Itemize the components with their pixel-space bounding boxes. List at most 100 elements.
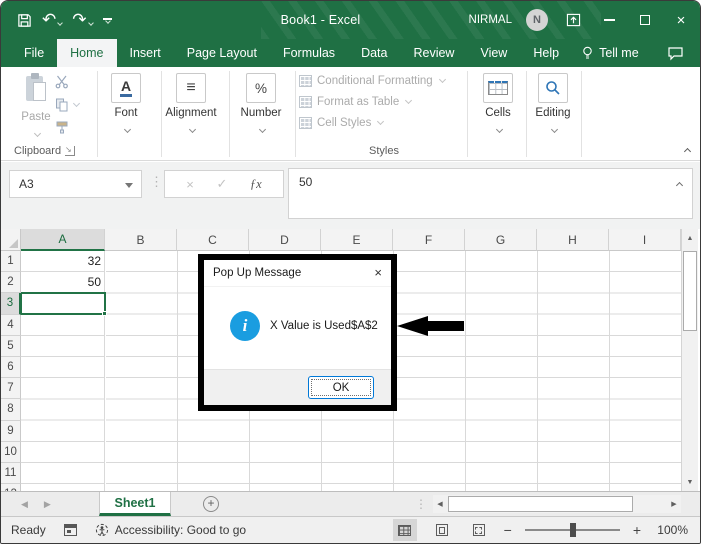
clipboard-dialog-launcher[interactable]: ↘ (65, 146, 75, 156)
column-header-H[interactable]: H (537, 229, 609, 251)
formula-input[interactable]: 50 (288, 168, 693, 219)
ok-button[interactable]: OK (308, 376, 374, 399)
tab-home[interactable]: Home (57, 39, 116, 67)
zoom-in-button[interactable]: + (633, 522, 641, 538)
tab-view[interactable]: View (467, 39, 520, 67)
tab-review[interactable]: Review (400, 39, 467, 67)
cell-styles-label: Cell Styles (317, 117, 371, 129)
ribbon-display-options-button[interactable] (562, 1, 584, 39)
row-header-7[interactable]: 7 (1, 378, 21, 399)
close-button[interactable]: × (670, 1, 692, 39)
zoom-slider[interactable] (525, 529, 620, 531)
row-header-10[interactable]: 10 (1, 442, 21, 463)
editing-group-button[interactable]: Editing (523, 73, 583, 137)
scroll-right-button[interactable]: ▶ (667, 495, 681, 513)
formula-bar-row: A3 ⋮ × ✓ ƒx 50 (1, 162, 700, 229)
cell-A2[interactable]: 50 (21, 272, 101, 293)
cancel-entry-icon[interactable]: × (186, 177, 194, 192)
tab-data[interactable]: Data (348, 39, 400, 67)
row-header-6[interactable]: 6 (1, 357, 21, 378)
tab-page-layout[interactable]: Page Layout (174, 39, 270, 67)
active-cell-A3-selection[interactable] (21, 292, 106, 315)
row-header-5[interactable]: 5 (1, 336, 21, 357)
arrow-head (397, 316, 428, 336)
dialog-title-bar[interactable]: Pop Up Message × (204, 260, 391, 287)
accessibility-status[interactable]: Accessibility: Good to go (95, 523, 246, 537)
new-sheet-button[interactable]: + (203, 496, 219, 512)
select-all-corner[interactable] (1, 229, 21, 251)
row-header-1[interactable]: 1 (1, 251, 21, 272)
horizontal-scrollbar[interactable]: ◀ ▶ (433, 495, 681, 513)
format-as-table-icon (299, 96, 312, 108)
scroll-left-button[interactable]: ◀ (433, 495, 447, 513)
column-header-E[interactable]: E (321, 229, 393, 251)
scroll-right-icon: ▶ (671, 500, 676, 508)
copy-chevron[interactable] (73, 100, 80, 107)
zoom-level[interactable]: 100% (654, 523, 688, 537)
collapse-formula-bar-chevron[interactable] (676, 182, 683, 189)
tab-help[interactable]: Help (520, 39, 572, 67)
column-header-F[interactable]: F (393, 229, 465, 251)
row-header-4[interactable]: 4 (1, 315, 21, 336)
cell-A1[interactable]: 32 (21, 251, 101, 272)
paste-button[interactable]: Paste (13, 73, 59, 141)
sheet-tab-sheet1[interactable]: Sheet1 (99, 492, 171, 516)
tab-insert[interactable]: Insert (117, 39, 174, 67)
tell-me-button[interactable]: Tell me (572, 39, 649, 67)
number-group-chevron (258, 126, 265, 133)
dialog-close-icon[interactable]: × (374, 265, 382, 280)
conditional-formatting-button[interactable]: Conditional Formatting (299, 75, 445, 87)
formula-buttons: × ✓ ƒx (164, 170, 284, 198)
row-header-11[interactable]: 11 (1, 463, 21, 484)
accessibility-label: Accessibility: Good to go (115, 523, 246, 537)
fill-handle[interactable] (102, 311, 107, 316)
scroll-down-button[interactable]: ▼ (682, 473, 698, 491)
sheet-nav-right-icon[interactable]: ▶ (44, 499, 51, 510)
tab-formulas[interactable]: Formulas (270, 39, 348, 67)
cells-group-button[interactable]: Cells (468, 73, 528, 137)
cell-styles-button[interactable]: Cell Styles (299, 117, 445, 129)
vertical-scroll-thumb[interactable] (683, 251, 697, 331)
horizontal-scroll-thumb[interactable] (448, 496, 633, 512)
column-header-D[interactable]: D (249, 229, 321, 251)
cut-button[interactable] (55, 75, 79, 89)
vertical-scrollbar[interactable]: ▲ ▼ (681, 229, 698, 491)
avatar[interactable]: N (526, 9, 548, 31)
row-header-3[interactable]: 3 (1, 293, 21, 314)
format-as-table-button[interactable]: Format as Table (299, 96, 445, 108)
column-header-I[interactable]: I (609, 229, 681, 251)
tab-file[interactable]: File (11, 39, 57, 67)
sheet-nav-left-icon[interactable]: ◀ (21, 499, 28, 510)
zoom-out-button[interactable]: − (504, 522, 512, 538)
page-layout-view-button[interactable] (430, 519, 454, 541)
collapse-ribbon-button[interactable] (684, 148, 691, 155)
font-group-button[interactable]: A Font (96, 73, 156, 137)
format-painter-button[interactable] (55, 121, 79, 134)
maximize-button[interactable] (634, 1, 656, 39)
alignment-group-button[interactable]: ≡ Alignment (161, 73, 221, 137)
confirm-entry-icon[interactable]: ✓ (216, 176, 227, 192)
column-header-B[interactable]: B (105, 229, 177, 251)
normal-view-button[interactable] (393, 519, 417, 541)
column-header-C[interactable]: C (177, 229, 249, 251)
row-header-9[interactable]: 9 (1, 421, 21, 442)
cell-styles-icon (299, 117, 312, 129)
page-break-view-button[interactable] (467, 519, 491, 541)
paste-chevron (33, 130, 40, 137)
comments-button[interactable] (667, 39, 700, 67)
insert-function-icon[interactable]: ƒx (250, 177, 262, 192)
zoom-slider-handle[interactable] (570, 523, 576, 537)
record-macro-icon[interactable] (64, 524, 77, 536)
row-header-12[interactable]: 12 (1, 484, 21, 491)
user-name[interactable]: NIRMAL (469, 14, 512, 26)
name-box[interactable]: A3 (9, 170, 142, 198)
minimize-button[interactable] (598, 1, 620, 39)
row-header-8[interactable]: 8 (1, 399, 21, 420)
row-header-2[interactable]: 2 (1, 272, 21, 293)
scroll-up-button[interactable]: ▲ (682, 229, 698, 247)
copy-button[interactable] (55, 98, 79, 112)
column-header-A[interactable]: A (21, 229, 105, 251)
number-group-button[interactable]: % Number (231, 73, 291, 137)
column-header-G[interactable]: G (465, 229, 537, 251)
name-box-dropdown-icon[interactable] (125, 183, 133, 188)
